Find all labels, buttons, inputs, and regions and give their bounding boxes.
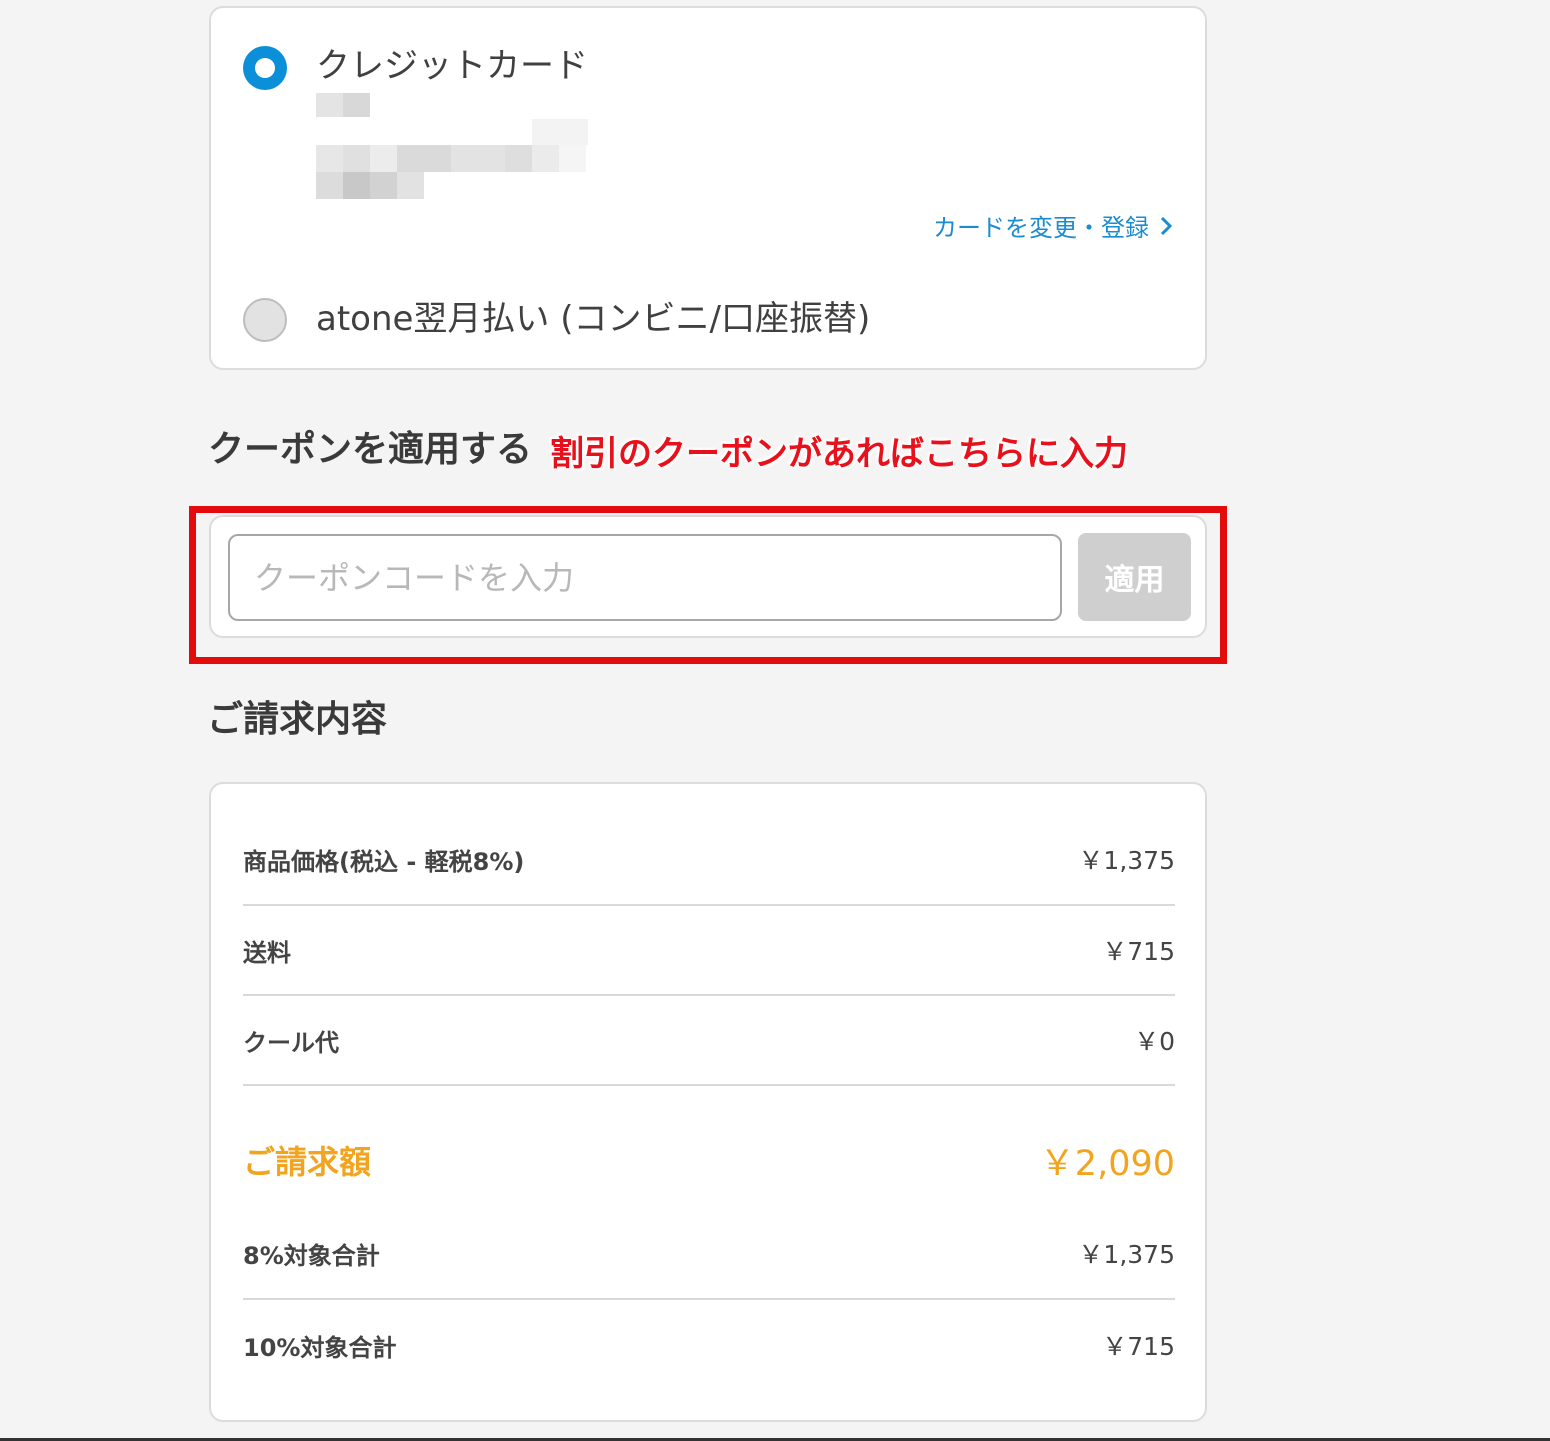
row-value: ￥1,375	[1078, 1240, 1175, 1269]
chevron-right-icon	[1160, 216, 1173, 235]
row-value: ￥1,375	[1078, 846, 1175, 875]
credit-card-radio[interactable]	[243, 46, 287, 90]
coupon-highlight-box	[189, 506, 1227, 664]
row-label: 商品価格(税込 - 軽税8%)	[243, 847, 525, 876]
coupon-annotation: 割引のクーポンがあればこちらに入力	[550, 434, 1128, 474]
masked-card-info	[316, 93, 588, 201]
payment-method-card: クレジットカード カードを変更・登録 atone翌月払い (コンビニ/口座振替)	[209, 6, 1207, 370]
row-value: ￥715	[1102, 1332, 1175, 1361]
atone-radio[interactable]	[243, 298, 287, 342]
billing-card: 商品価格(税込 - 軽税8%) ￥1,375 送料 ￥715 クール代 ￥0 ご…	[209, 782, 1207, 1422]
row-value: ￥0	[1134, 1027, 1175, 1056]
row-8pct-total: 8%対象合計 ￥1,375	[243, 1208, 1175, 1300]
row-total-amount: ご請求額 ￥2,090	[243, 1114, 1175, 1206]
row-value: ￥715	[1102, 937, 1175, 966]
row-label: 送料	[243, 938, 291, 967]
row-label: 10%対象合計	[243, 1333, 397, 1362]
billing-section-title: ご請求内容	[207, 699, 388, 740]
row-label: クール代	[243, 1028, 339, 1057]
row-value: ￥2,090	[1039, 1143, 1175, 1184]
row-label: ご請求額	[243, 1143, 372, 1181]
change-card-link[interactable]: カードを変更・登録	[933, 208, 1173, 243]
row-shipping: 送料 ￥715	[243, 906, 1175, 996]
atone-label[interactable]: atone翌月払い (コンビニ/口座振替)	[316, 291, 870, 340]
row-cool-fee: クール代 ￥0	[243, 996, 1175, 1086]
change-card-label: カードを変更・登録	[933, 214, 1149, 242]
row-product-price: 商品価格(税込 - 軽税8%) ￥1,375	[243, 814, 1175, 906]
credit-card-label[interactable]: クレジットカード	[316, 38, 588, 87]
row-10pct-total: 10%対象合計 ￥715	[243, 1300, 1175, 1390]
row-label: 8%対象合計	[243, 1241, 380, 1270]
coupon-section-title: クーポンを適用する	[208, 429, 533, 470]
